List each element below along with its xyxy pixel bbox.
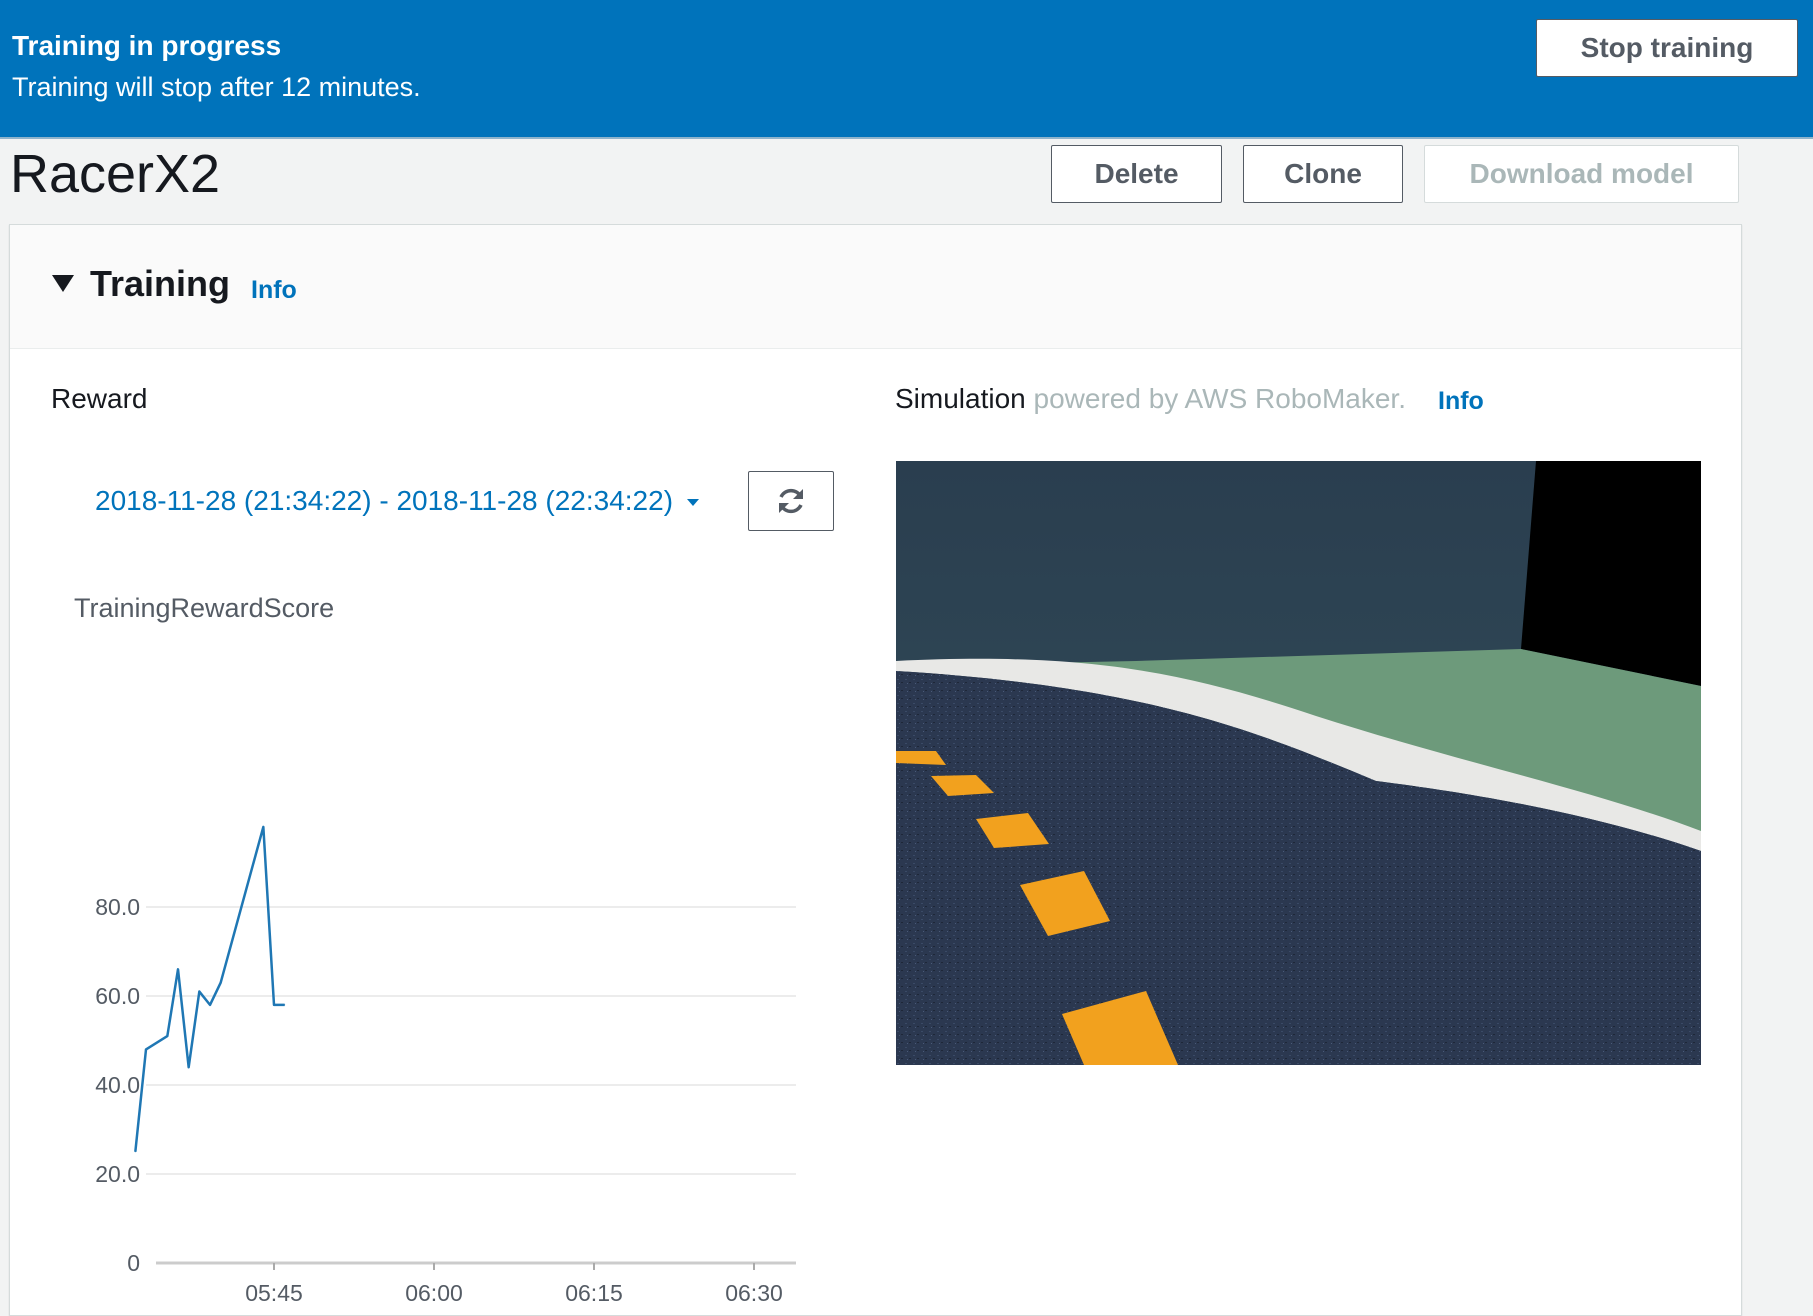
simulation-title: Simulation powered by AWS RoboMaker.	[895, 383, 1406, 415]
banner-message: Training will stop after 12 minutes.	[12, 72, 421, 102]
simulation-info-link[interactable]: Info	[1438, 387, 1484, 416]
simulation-subtitle: powered by AWS RoboMaker.	[1033, 383, 1406, 414]
data-point	[198, 991, 200, 993]
clone-button[interactable]: Clone	[1243, 145, 1403, 203]
data-point	[177, 968, 179, 970]
data-point	[188, 1066, 190, 1068]
delete-button[interactable]: Delete	[1051, 145, 1222, 203]
data-point	[262, 826, 264, 828]
simulation-scene	[896, 461, 1701, 1065]
x-tick-label: 06:15	[565, 1280, 623, 1306]
series-line	[134, 825, 285, 1152]
data-point	[284, 1004, 286, 1006]
simulation-label: Simulation	[895, 383, 1026, 414]
x-tick-label: 06:30	[725, 1280, 783, 1306]
data-point	[134, 1151, 136, 1153]
dark-wall	[1521, 461, 1701, 686]
y-tick-label: 60.0	[95, 983, 140, 1009]
status-banner: Training in progress Training will stop …	[0, 0, 1813, 139]
y-tick-label: 40.0	[95, 1072, 140, 1098]
stop-training-button[interactable]: Stop training	[1536, 19, 1798, 77]
training-panel: Training Info Reward 2018-11-28 (21:34:2…	[9, 224, 1742, 1316]
data-point	[209, 1004, 211, 1006]
data-point	[220, 982, 222, 984]
y-tick-label: 80.0	[95, 894, 140, 920]
data-point	[145, 1048, 147, 1050]
download-model-button[interactable]: Download model	[1424, 145, 1739, 203]
page-title: RacerX2	[10, 144, 221, 204]
reward-chart: 0 20.0 40.0 60.0 80.0 05:45 06:00 06:15 06:30	[95, 825, 796, 1306]
x-tick-label: 06:00	[405, 1280, 463, 1306]
data-point	[273, 1004, 275, 1006]
simulation-view	[896, 461, 1701, 1065]
banner-title: Training in progress	[12, 30, 282, 61]
y-tick-label: 0	[127, 1250, 140, 1276]
y-tick-label: 20.0	[95, 1161, 140, 1187]
data-point	[166, 1035, 168, 1037]
x-tick-label: 05:45	[245, 1280, 303, 1306]
